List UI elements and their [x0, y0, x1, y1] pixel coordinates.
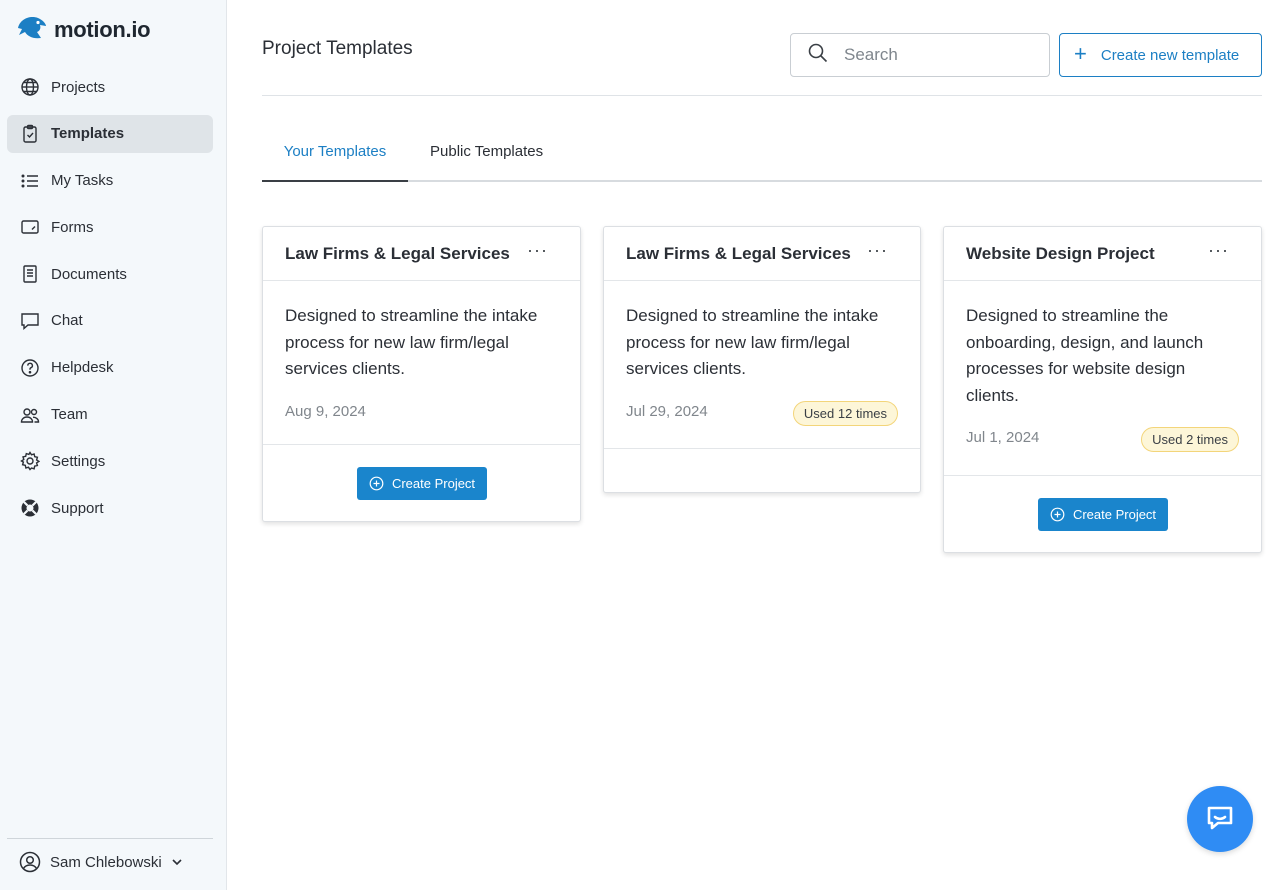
description-line: processes for website design [966, 359, 1186, 378]
card-date: Jul 1, 2024 [966, 429, 1040, 446]
usage-badge: Used 2 times [1141, 427, 1239, 452]
create-project-label: Create Project [391, 476, 476, 491]
sidebar-item-label: Support [51, 499, 104, 517]
more-options-icon[interactable]: ··· [527, 241, 548, 259]
create-project-button[interactable]: Create Project [1038, 498, 1168, 531]
sidebar-item-settings[interactable]: Settings [7, 442, 213, 480]
card-title: Law Firms & Legal Services [626, 243, 851, 263]
chat-icon [19, 310, 41, 332]
description-line: Designed to streamline the [966, 306, 1169, 325]
sidebar-nav: Projects Templates My Tasks Forms Docume… [7, 68, 213, 536]
chevron-down-icon [170, 855, 184, 869]
sidebar-item-label: Projects [51, 78, 106, 96]
sidebar-item-projects[interactable]: Projects [7, 68, 213, 106]
sidebar-item-label: Forms [51, 218, 94, 236]
sidebar-item-forms[interactable]: Forms [7, 208, 213, 246]
description-line: Designed to streamline the intake [285, 306, 538, 325]
chat-bubble-icon [1203, 800, 1237, 839]
description-line: onboarding, design, and launch [966, 332, 1204, 352]
template-card[interactable]: Website Design Project ··· Designed to s… [943, 226, 1262, 553]
description-line: clients. [966, 385, 1019, 405]
page-title: Project Templates [262, 38, 413, 59]
sidebar-item-label: Team [51, 406, 88, 424]
card-header: Website Design Project ··· [944, 227, 1261, 281]
sidebar-item-label: My Tasks [51, 172, 114, 190]
card-footer-divider [604, 448, 920, 449]
sidebar-item-support[interactable]: Support [7, 489, 213, 527]
sidebar-item-label: Documents [51, 265, 127, 283]
search-input[interactable] [844, 45, 1024, 65]
template-card[interactable]: Law Firms & Legal Services ··· Designed … [262, 226, 581, 522]
tab-public-templates[interactable]: Public Templates [430, 130, 543, 182]
gear-icon [19, 450, 41, 472]
user-menu[interactable]: Sam Chlebowski [19, 851, 184, 873]
lifebuoy-icon [19, 497, 41, 519]
card-header: Law Firms & Legal Services ··· [263, 227, 580, 281]
card-title: Law Firms & Legal Services [285, 243, 510, 263]
list-icon [19, 170, 41, 192]
sidebar: motion.io Projects Templates My Tasks Fo… [0, 0, 227, 890]
sidebar-item-label: Helpdesk [51, 359, 114, 377]
plus-circle-icon [369, 476, 384, 491]
plus-circle-icon [1050, 507, 1065, 522]
create-new-template-button[interactable]: + Create new template [1059, 33, 1262, 77]
card-date: Jul 29, 2024 [626, 403, 708, 420]
create-new-template-label: Create new template [1100, 46, 1240, 64]
description-line: services clients. [285, 359, 405, 378]
sidebar-item-documents[interactable]: Documents [7, 255, 213, 293]
clipboard-check-icon [19, 123, 41, 145]
team-icon [19, 404, 41, 426]
card-footer-divider [263, 444, 580, 445]
search-icon [807, 42, 829, 69]
card-description: Designed to streamline the intake proces… [285, 303, 537, 383]
card-title: Website Design Project [966, 243, 1155, 263]
card-description: Designed to streamline the intake proces… [626, 303, 878, 383]
description-line: services clients. [626, 359, 746, 378]
logo[interactable]: motion.io [16, 13, 151, 48]
card-description: Designed to streamline the onboarding, d… [966, 303, 1203, 409]
sidebar-item-team[interactable]: Team [7, 396, 213, 434]
header-divider [262, 95, 1262, 96]
card-footer-divider [944, 475, 1261, 476]
plus-icon: + [1074, 41, 1087, 66]
usage-badge: Used 12 times [792, 401, 898, 426]
sidebar-item-my-tasks[interactable]: My Tasks [7, 162, 213, 200]
description-line: Designed to streamline the intake [626, 306, 879, 325]
sidebar-item-label: Chat [51, 312, 83, 330]
sidebar-item-chat[interactable]: Chat [7, 302, 213, 340]
user-avatar-icon [19, 851, 41, 873]
logo-text: motion.io [54, 17, 151, 42]
template-tabs: Your Templates Public Templates [262, 130, 1262, 182]
sidebar-item-helpdesk[interactable]: Helpdesk [7, 349, 213, 387]
form-icon [19, 216, 41, 238]
sidebar-item-templates[interactable]: Templates [7, 114, 213, 153]
logo-icon [16, 13, 48, 48]
description-line: process for new law firm/legal [285, 332, 509, 352]
sidebar-item-label: Settings [51, 452, 106, 470]
template-card[interactable]: Law Firms & Legal Services ··· Designed … [603, 226, 921, 493]
tab-your-templates[interactable]: Your Templates [262, 130, 408, 182]
description-line: process for new law firm/legal [626, 332, 850, 352]
help-circle-icon [19, 357, 41, 379]
document-icon [19, 263, 41, 285]
more-options-icon[interactable]: ··· [1208, 241, 1229, 259]
sidebar-item-label: Templates [51, 125, 125, 143]
create-project-label: Create Project [1072, 507, 1157, 522]
more-options-icon[interactable]: ··· [867, 241, 888, 259]
user-name: Sam Chlebowski [50, 853, 162, 871]
help-chat-button[interactable] [1187, 786, 1253, 852]
card-header: Law Firms & Legal Services ··· [604, 227, 920, 281]
card-date: Aug 9, 2024 [285, 403, 366, 420]
search-box[interactable] [790, 33, 1050, 77]
sidebar-divider [7, 838, 213, 839]
create-project-button[interactable]: Create Project [357, 467, 487, 500]
globe-icon [19, 76, 41, 98]
